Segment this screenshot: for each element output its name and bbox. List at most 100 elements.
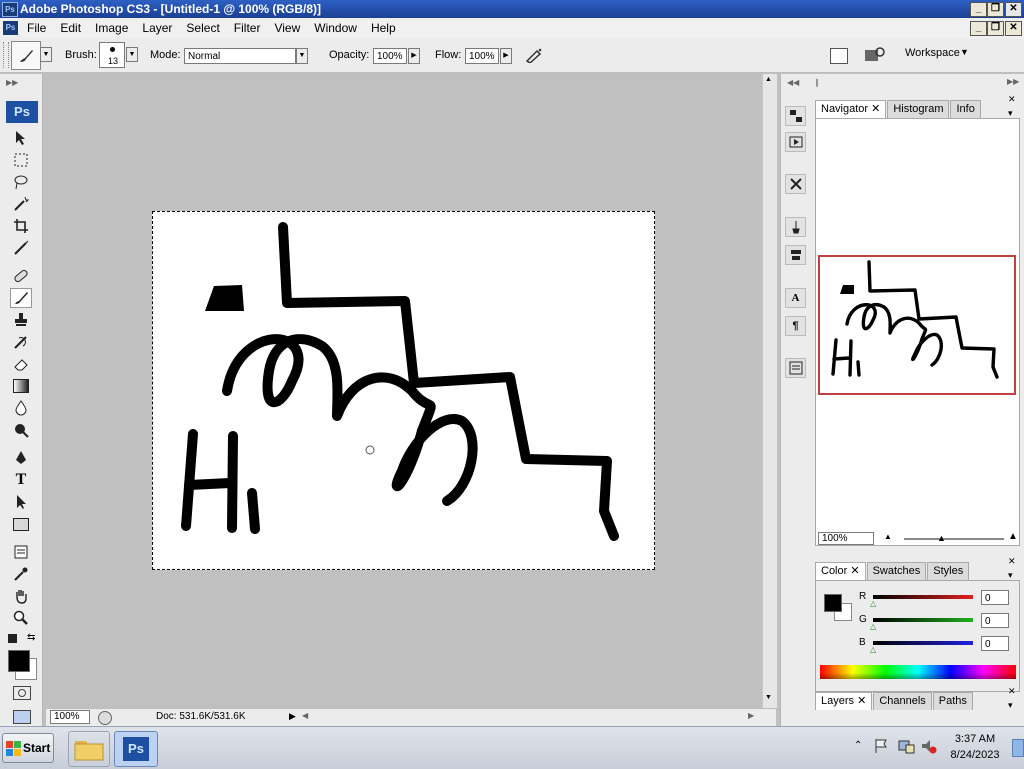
document-canvas[interactable]: Hi xyxy=(152,211,655,570)
dock-collapse-icon[interactable]: ◀◀ xyxy=(787,78,799,87)
b-channel-slider[interactable] xyxy=(873,641,973,645)
zoom-out-icon[interactable]: ▲ xyxy=(884,532,892,541)
start-button[interactable]: Start xyxy=(2,733,54,763)
options-grip[interactable] xyxy=(3,42,9,68)
eraser-tool[interactable] xyxy=(10,354,32,374)
tab-styles[interactable]: Styles xyxy=(927,562,970,580)
volume-icon[interactable] xyxy=(920,738,938,757)
slice-tool[interactable] xyxy=(10,238,32,258)
menu-filter[interactable]: Filter xyxy=(227,18,268,38)
tab-navigator[interactable]: Navigator ✕ xyxy=(815,100,887,118)
explorer-taskbar-button[interactable] xyxy=(68,731,110,767)
photoshop-taskbar-button[interactable]: Ps xyxy=(114,731,158,767)
clone-stamp-tool[interactable] xyxy=(10,310,32,330)
scroll-up-icon[interactable]: ▲ xyxy=(765,76,772,83)
clock-time[interactable]: 3:37 AM xyxy=(940,733,1010,745)
r-channel-input[interactable]: 0 xyxy=(981,590,1009,605)
mode-select[interactable]: Normal xyxy=(184,48,296,64)
move-tool[interactable] xyxy=(10,128,32,148)
status-arrow-icon[interactable]: ▶ xyxy=(289,711,296,722)
foreground-color-swatch[interactable] xyxy=(8,650,30,672)
network-icon[interactable] xyxy=(897,738,915,757)
default-colors-icon[interactable] xyxy=(8,634,17,643)
toolbox-collapse-icon[interactable]: ▶▶ xyxy=(6,78,18,87)
doc-close-button[interactable]: ✕ xyxy=(1005,21,1022,36)
swap-colors-icon[interactable]: ⇆ xyxy=(27,632,35,643)
paragraph-panel-button[interactable]: ¶ xyxy=(785,316,806,336)
healing-brush-tool[interactable] xyxy=(10,266,32,286)
brushes-panel-button[interactable] xyxy=(785,217,806,237)
marquee-tool[interactable] xyxy=(10,150,32,170)
hscroll-right-icon[interactable]: ▶ xyxy=(748,711,754,720)
clone-source-button[interactable] xyxy=(785,245,806,265)
zoom-slider-thumb[interactable]: ▲ xyxy=(937,533,946,543)
document-icon[interactable]: Ps xyxy=(3,21,18,35)
tool-preset-arrow[interactable]: ▼ xyxy=(40,47,52,62)
menu-help[interactable]: Help xyxy=(364,18,403,38)
blur-tool[interactable] xyxy=(10,398,32,418)
flow-input[interactable]: 100% xyxy=(465,48,499,64)
zoom-tool[interactable] xyxy=(10,608,32,628)
doc-minimize-button[interactable]: _ xyxy=(970,21,987,36)
r-slider-thumb-icon[interactable]: △ xyxy=(870,599,876,608)
eyedropper-tool[interactable] xyxy=(10,564,32,584)
doc-restore-button[interactable]: ❐ xyxy=(987,21,1004,36)
layer-comps-button[interactable] xyxy=(785,358,806,378)
menu-view[interactable]: View xyxy=(267,18,307,38)
screen-mode-button[interactable] xyxy=(13,710,31,724)
notes-tool[interactable] xyxy=(10,542,32,562)
zoom-level-input[interactable]: 100% xyxy=(50,710,90,724)
navigator-close-icon[interactable]: ✕ xyxy=(1008,94,1016,105)
photoshop-logo[interactable]: Ps xyxy=(6,101,38,123)
navigator-zoom-input[interactable]: 100% xyxy=(818,532,874,545)
magic-wand-tool[interactable] xyxy=(10,194,32,214)
workspace-arrow-icon[interactable]: ▼ xyxy=(960,47,969,57)
opacity-input[interactable]: 100% xyxy=(373,48,407,64)
hscroll-left-icon[interactable]: ◀ xyxy=(302,711,308,720)
minimize-button[interactable]: _ xyxy=(970,2,987,17)
status-menu-icon[interactable] xyxy=(98,711,112,725)
hand-tool[interactable] xyxy=(10,586,32,606)
menu-file[interactable]: File xyxy=(20,18,53,38)
actions-panel-button[interactable] xyxy=(785,132,806,152)
color-fg-swatch[interactable] xyxy=(824,594,842,612)
zoom-in-icon[interactable]: ▲ xyxy=(1008,531,1018,542)
zoom-slider-track[interactable] xyxy=(904,538,1004,540)
panels-grip-icon[interactable]: ∥ xyxy=(815,78,819,87)
history-panel-button[interactable] xyxy=(785,106,806,126)
flag-icon[interactable] xyxy=(873,738,889,757)
layers-close-icon[interactable]: ✕ xyxy=(1008,686,1016,697)
b-slider-thumb-icon[interactable]: △ xyxy=(870,645,876,654)
bridge-icon[interactable] xyxy=(864,46,886,64)
vertical-scrollbar[interactable]: ▲ ▼ xyxy=(762,74,777,708)
g-slider-thumb-icon[interactable]: △ xyxy=(870,622,876,631)
pen-tool[interactable] xyxy=(10,448,32,468)
tab-color[interactable]: Color ✕ xyxy=(815,562,866,580)
path-selection-tool[interactable] xyxy=(10,492,32,512)
tab-info[interactable]: Info xyxy=(950,100,981,118)
tab-channels[interactable]: Channels xyxy=(873,692,932,710)
gradient-tool[interactable] xyxy=(10,376,32,396)
quick-mask-button[interactable] xyxy=(13,686,31,700)
b-channel-input[interactable]: 0 xyxy=(981,636,1009,651)
history-brush-tool[interactable] xyxy=(10,332,32,352)
tab-histogram[interactable]: Histogram xyxy=(887,100,950,118)
airbrush-button[interactable] xyxy=(523,45,545,65)
show-hidden-icons[interactable]: ⌃ xyxy=(854,740,862,751)
brush-picker-arrow[interactable]: ▼ xyxy=(126,47,138,62)
flow-slider-arrow[interactable]: ▶ xyxy=(500,48,512,64)
type-tool[interactable]: T xyxy=(10,470,32,490)
dodge-tool[interactable] xyxy=(10,420,32,440)
file-browser-icon[interactable] xyxy=(830,48,848,64)
opacity-slider-arrow[interactable]: ▶ xyxy=(408,48,420,64)
tab-paths[interactable]: Paths xyxy=(932,692,973,710)
show-desktop-button[interactable] xyxy=(1012,739,1024,757)
character-panel-button[interactable]: A xyxy=(785,288,806,308)
navigator-view-box[interactable]: Hi xyxy=(818,255,1016,395)
g-channel-slider[interactable] xyxy=(873,618,973,622)
mode-dropdown-arrow[interactable]: ▼ xyxy=(296,48,308,64)
menu-select[interactable]: Select xyxy=(179,18,226,38)
tab-layers[interactable]: Layers ✕ xyxy=(815,692,873,710)
crop-tool[interactable] xyxy=(10,216,32,236)
tool-preset-picker[interactable] xyxy=(11,41,41,70)
